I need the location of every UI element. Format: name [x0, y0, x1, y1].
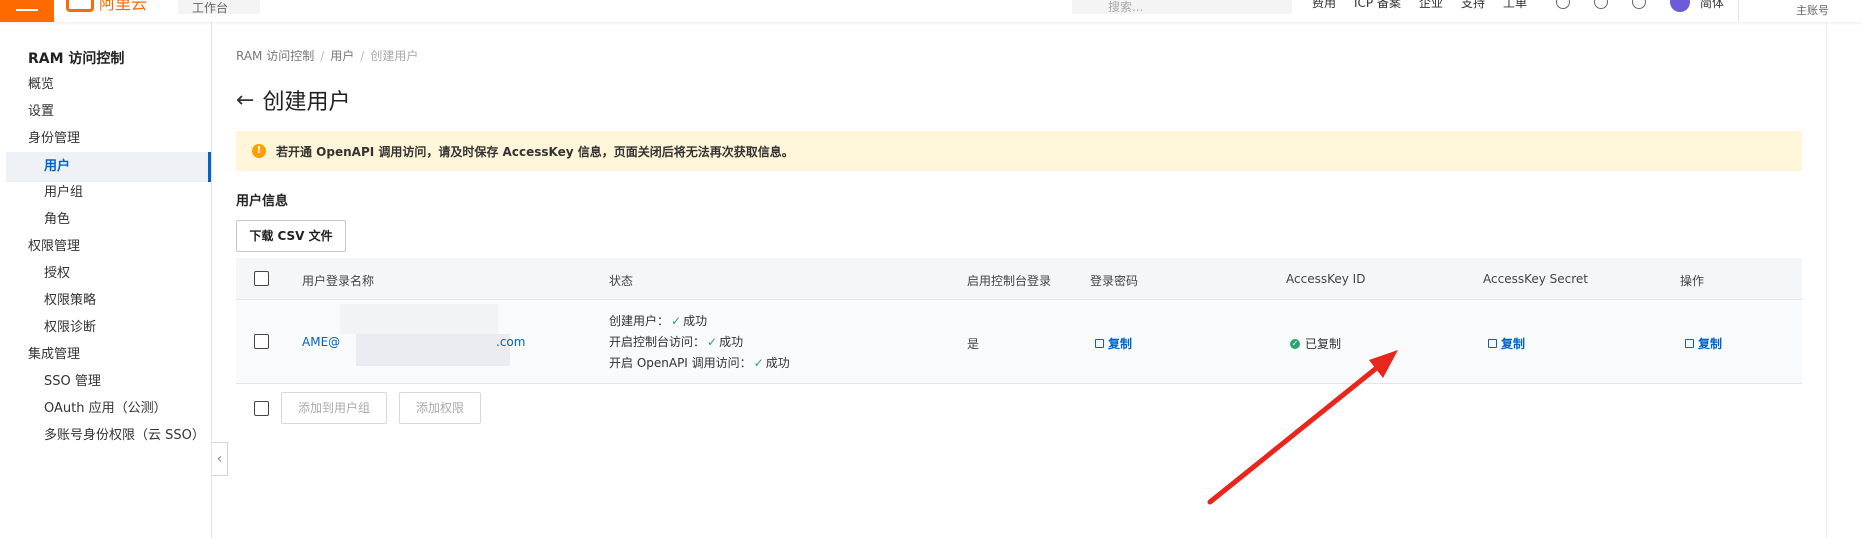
aliyun-logo[interactable]: 阿里云 [66, 0, 147, 14]
page-title: 创建用户 [262, 90, 351, 115]
warning-alert: ! 若开通 OpenAPI 调用访问，请及时保存 AccessKey 信息，页面… [236, 131, 1802, 171]
copy-label: 复制 [1108, 337, 1133, 351]
sidebar-item-settings[interactable]: 设置 [28, 97, 54, 127]
global-search-input[interactable]: 搜索... [1072, 0, 1292, 14]
copy-icon [1488, 339, 1497, 348]
sidebar-item-overview[interactable]: 概览 [28, 70, 54, 100]
account-label[interactable]: 主账号 [1796, 2, 1829, 18]
hamburger-menu-button[interactable] [0, 0, 54, 22]
check-icon: ✓ [671, 314, 682, 328]
top-icon-group [1556, 0, 1690, 12]
row-checkbox[interactable] [254, 334, 269, 349]
top-navigation-bar: 阿里云 工作台 搜索... 费用 ICP 备案 企业 支持 工单 简体 主账号 [0, 0, 1862, 22]
accesskey-id-copied-status: ✓ 已复制 [1290, 335, 1341, 352]
nav-link-icp[interactable]: ICP 备案 [1354, 0, 1401, 11]
copy-password-button[interactable]: 复制 [1095, 335, 1132, 352]
top-nav-links: 费用 ICP 备案 企业 支持 工单 [1312, 0, 1527, 11]
table-header: 用户登录名称 状态 启用控制台登录 登录密码 AccessKey ID Acce… [236, 258, 1802, 300]
sidebar-item-grants[interactable]: 授权 [44, 259, 70, 289]
col-login-name: 用户登录名称 [302, 274, 375, 288]
col-accesskey-secret: AccessKey Secret [1483, 272, 1589, 286]
cart-icon[interactable] [1556, 0, 1570, 9]
breadcrumb-ram[interactable]: RAM 访问控制 [236, 49, 314, 63]
table-footer-actions: 添加到用户组 添加权限 [236, 392, 482, 424]
check-circle-icon: ✓ [1290, 338, 1300, 349]
breadcrumb: RAM 访问控制 / 用户 / 创建用户 [236, 49, 419, 63]
help-icon[interactable] [1632, 0, 1646, 9]
sidebar-item-user-groups[interactable]: 用户组 [44, 178, 83, 208]
copy-accesskey-secret-button[interactable]: 复制 [1488, 335, 1525, 352]
nav-link-support[interactable]: 支持 [1461, 0, 1485, 11]
col-operation: 操作 [1680, 274, 1705, 288]
sidebar-group-permissions[interactable]: 权限管理 [28, 232, 80, 262]
sidebar-title: RAM 访问控制 [28, 51, 125, 67]
nav-link-billing[interactable]: 费用 [1312, 0, 1336, 11]
logo-text: 阿里云 [99, 0, 148, 13]
add-permission-button[interactable]: 添加权限 [399, 392, 482, 424]
nav-link-ticket[interactable]: 工单 [1503, 0, 1527, 11]
status-line-create-user: 创建用户： ✓ 成功 [609, 312, 707, 329]
select-all-checkbox[interactable] [254, 271, 269, 286]
redaction-mask [340, 304, 498, 334]
sidebar-item-roles[interactable]: 角色 [44, 205, 70, 235]
login-name-prefix[interactable]: AME@ [302, 335, 340, 349]
status-line-console-access: 开启控制台访问： ✓ 成功 [609, 333, 743, 350]
status-result: 成功 [765, 356, 790, 370]
copied-label: 已复制 [1305, 337, 1342, 351]
status-line-openapi-access: 开启 OpenAPI 调用访问： ✓ 成功 [609, 354, 790, 371]
status-label: 开启 OpenAPI 调用访问： [609, 356, 752, 370]
avatar[interactable] [1670, 0, 1690, 12]
col-accesskey-id: AccessKey ID [1286, 272, 1366, 286]
sidebar: RAM 访问控制 概览 设置 身份管理 用户 用户组 角色 权限管理 授权 权限… [0, 22, 212, 538]
download-csv-button[interactable]: 下载 CSV 文件 [236, 220, 346, 252]
user-table: 用户登录名称 状态 启用控制台登录 登录密码 AccessKey ID Acce… [236, 258, 1802, 384]
status-result: 成功 [683, 314, 708, 328]
sidebar-item-oauth[interactable]: OAuth 应用（公测） [44, 394, 167, 424]
check-icon: ✓ [707, 335, 718, 349]
breadcrumb-users[interactable]: 用户 [330, 49, 354, 63]
page-title-row: ← 创建用户 [236, 84, 350, 116]
sidebar-item-policies[interactable]: 权限策略 [44, 286, 96, 316]
redaction-mask [356, 334, 510, 366]
status-label: 创建用户： [609, 314, 670, 328]
col-password: 登录密码 [1090, 274, 1139, 288]
status-label: 开启控制台访问： [609, 335, 706, 349]
aliyun-logo-icon [66, 0, 94, 12]
footer-select-checkbox[interactable] [254, 400, 269, 416]
back-arrow-icon[interactable]: ← [236, 88, 254, 113]
copy-label: 复制 [1698, 337, 1723, 351]
language-switch[interactable]: 简体 [1700, 0, 1724, 11]
copy-label: 复制 [1501, 337, 1526, 351]
table-row: AME@ .com 创建用户： ✓ 成功 开启控制台访问： ✓ 成功 开启 OpenAP… [236, 300, 1802, 384]
sidebar-group-integration[interactable]: 集成管理 [28, 340, 80, 370]
sidebar-collapse-button[interactable]: ‹ [212, 442, 228, 476]
bell-icon[interactable] [1594, 0, 1608, 9]
login-name-suffix[interactable]: .com [496, 335, 525, 349]
sidebar-item-cloud-sso[interactable]: 多账号身份权限（云 SSO） [44, 421, 205, 451]
check-icon: ✓ [753, 356, 764, 370]
nav-link-enterprise[interactable]: 企业 [1419, 0, 1443, 11]
sidebar-item-diagnosis[interactable]: 权限诊断 [44, 313, 96, 343]
sidebar-item-sso[interactable]: SSO 管理 [44, 367, 101, 397]
chevron-left-icon: ‹ [216, 451, 223, 467]
topbar-divider [1738, 0, 1739, 22]
workbench-button[interactable]: 工作台 [178, 0, 260, 15]
sidebar-item-users[interactable]: 用户 [6, 152, 211, 182]
menu-icon [16, 9, 38, 11]
right-panel-edge [1826, 0, 1862, 538]
ram-create-user-page: 阿里云 工作台 搜索... 费用 ICP 备案 企业 支持 工单 简体 主账号 … [0, 0, 1862, 538]
col-status: 状态 [609, 274, 634, 288]
col-console-login: 启用控制台登录 [967, 274, 1052, 288]
status-result: 成功 [719, 335, 744, 349]
breadcrumb-current: 创建用户 [370, 49, 419, 63]
sidebar-group-identity[interactable]: 身份管理 [28, 124, 80, 154]
copy-operation-button[interactable]: 复制 [1685, 335, 1722, 352]
copy-icon [1685, 339, 1694, 348]
alert-text: 若开通 OpenAPI 调用访问，请及时保存 AccessKey 信息，页面关闭… [276, 144, 794, 159]
section-title: 用户信息 [236, 194, 289, 209]
console-login-value: 是 [967, 337, 980, 351]
add-to-group-button[interactable]: 添加到用户组 [281, 392, 388, 424]
warning-icon: ! [252, 144, 266, 158]
copy-icon [1095, 339, 1104, 348]
